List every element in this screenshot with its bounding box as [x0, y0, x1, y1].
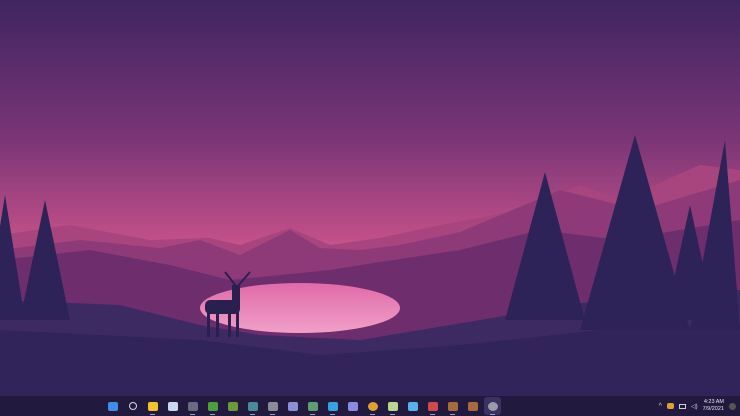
- system-tray: ^ ◁) 4:23 AM 7/9/2021: [659, 396, 736, 416]
- taskbar-app-box2-button[interactable]: [464, 397, 481, 415]
- taskbar-app-box1-button[interactable]: [444, 397, 461, 415]
- taskbar-app-green-button[interactable]: [304, 397, 321, 415]
- taskbar: ^ ◁) 4:23 AM 7/9/2021: [0, 396, 740, 416]
- photos-icon: [287, 401, 298, 411]
- network-icon[interactable]: [678, 403, 686, 409]
- mail-icon: [407, 401, 418, 411]
- network-app-icon: [247, 401, 258, 411]
- gear-icon: [487, 401, 498, 411]
- box-icon: [447, 401, 458, 411]
- taskbar-xbox-button[interactable]: [204, 397, 221, 415]
- window-app-icon: [267, 401, 278, 411]
- steam-icon: [167, 401, 178, 411]
- cloud-icon: [327, 401, 338, 411]
- search-icon: [128, 402, 137, 410]
- folder-icon: [147, 401, 158, 411]
- taskbar-minecraft-button[interactable]: [224, 397, 241, 415]
- desktop-wallpaper: [0, 0, 740, 416]
- box-icon: [467, 401, 478, 411]
- minecraft-icon: [227, 401, 238, 411]
- taskbar-mail-button[interactable]: [404, 397, 421, 415]
- taskbar-steam-button[interactable]: [164, 397, 181, 415]
- chrome-icon: [367, 401, 378, 411]
- taskbar-terminal-button[interactable]: [184, 397, 201, 415]
- clock[interactable]: 4:23 AM 7/9/2021: [703, 399, 724, 413]
- clock-time: 4:23 AM: [703, 399, 724, 405]
- red-app-icon: [427, 401, 438, 411]
- xbox-icon: [207, 401, 218, 411]
- taskbar-app-cloud-button[interactable]: [324, 397, 341, 415]
- notifications-icon[interactable]: [729, 402, 736, 410]
- taskbar-apps: [104, 396, 501, 416]
- notepad-icon: [387, 401, 398, 411]
- show-hidden-icons-chevron-icon[interactable]: ^: [659, 403, 662, 410]
- volume-icon[interactable]: ◁): [691, 403, 698, 410]
- taskbar-app-notepad-button[interactable]: [384, 397, 401, 415]
- taskbar-start-button[interactable]: [104, 397, 121, 415]
- taskbar-settings-button[interactable]: [484, 397, 501, 415]
- taskbar-file-explorer-button[interactable]: [144, 397, 161, 415]
- terminal-icon: [187, 401, 198, 411]
- taskbar-chrome-button[interactable]: [364, 397, 381, 415]
- taskbar-app-gray-button[interactable]: [264, 397, 281, 415]
- green-app-icon: [307, 401, 318, 411]
- clock-date: 7/9/2021: [702, 406, 724, 412]
- taskbar-app-purple-button[interactable]: [344, 397, 361, 415]
- taskbar-search-button[interactable]: [124, 397, 141, 415]
- purple-app-icon: [347, 401, 358, 411]
- windows-icon: [107, 401, 118, 411]
- notification-app-icon[interactable]: [666, 403, 674, 409]
- taskbar-app-photos-button[interactable]: [284, 397, 301, 415]
- taskbar-app-red-button[interactable]: [424, 397, 441, 415]
- taskbar-app-network-button[interactable]: [244, 397, 261, 415]
